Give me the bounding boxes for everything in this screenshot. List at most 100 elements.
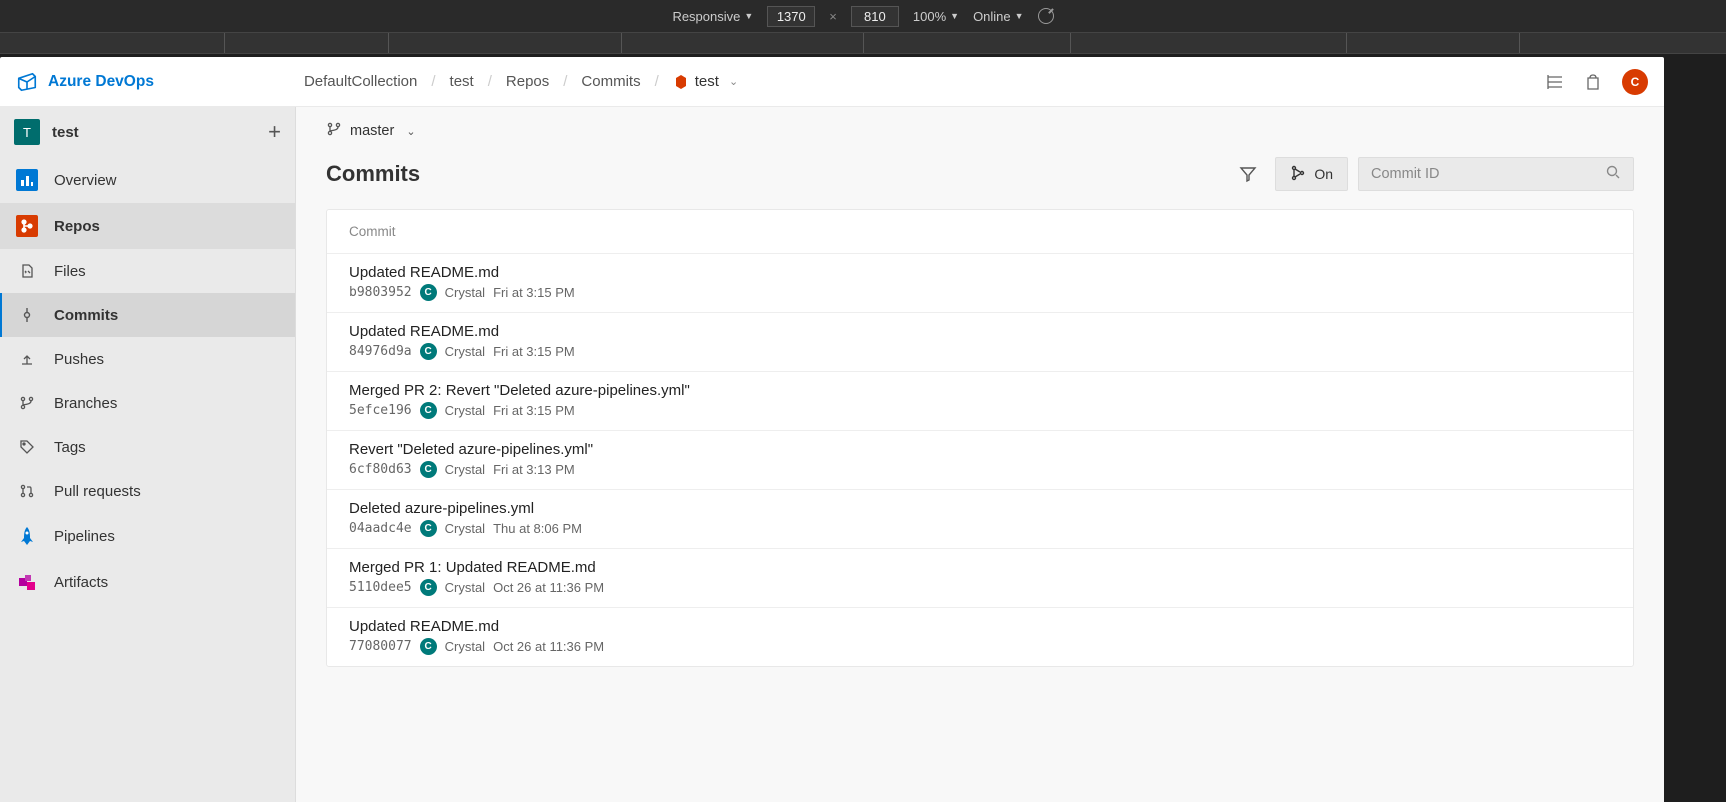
breadcrumb-separator: / [655, 73, 659, 90]
commit-list: Commit Updated README.mdb9803952CCrystal… [326, 209, 1634, 667]
dimension-separator: × [829, 9, 837, 24]
nav-repos[interactable]: Repos [0, 203, 295, 249]
commit-title: Merged PR 2: Revert "Deleted azure-pipel… [349, 382, 1611, 399]
list-header-commit: Commit [327, 210, 1633, 253]
subnav-branches[interactable]: Branches [0, 381, 295, 425]
commit-author: Crystal [445, 344, 485, 359]
breadcrumb-area[interactable]: Repos [506, 73, 549, 90]
commit-meta: 84976d9aCCrystalFri at 3:15 PM [349, 343, 1611, 360]
chevron-down-icon: ⌄ [406, 125, 415, 138]
zoom-label: 100% [913, 9, 946, 24]
breadcrumb-separator: / [488, 73, 492, 90]
commit-time: Fri at 3:15 PM [493, 403, 575, 418]
viewport-width-input[interactable]: 1370 [767, 6, 815, 27]
filter-button[interactable] [1231, 157, 1265, 191]
commit-row[interactable]: Deleted azure-pipelines.yml04aadc4eCCrys… [327, 489, 1633, 548]
subnav-label: Tags [54, 439, 86, 456]
branch-icon [16, 392, 38, 414]
commit-row[interactable]: Updated README.md77080077CCrystalOct 26 … [327, 607, 1633, 666]
commit-search[interactable] [1358, 157, 1634, 191]
subnav-pushes[interactable]: Pushes [0, 337, 295, 381]
commit-row[interactable]: Updated README.md84976d9aCCrystalFri at … [327, 312, 1633, 371]
throttling-label: Online [973, 9, 1011, 24]
author-avatar: C [420, 520, 437, 537]
author-avatar: C [420, 343, 437, 360]
breadcrumb-project[interactable]: test [450, 73, 474, 90]
device-mode-dropdown[interactable]: Responsive ▼ [672, 9, 753, 24]
subnav-label: Pushes [54, 351, 104, 368]
nav-pipelines[interactable]: Pipelines [0, 513, 295, 559]
breadcrumb: DefaultCollection / test / Repos / Commi… [304, 73, 738, 90]
commit-title: Updated README.md [349, 264, 1611, 281]
repo-icon [673, 74, 689, 90]
repo-name: test [695, 73, 719, 90]
commit-hash: 5110dee5 [349, 580, 412, 595]
commit-row[interactable]: Revert "Deleted azure-pipelines.yml" 6cf8… [327, 430, 1633, 489]
branch-picker[interactable]: master ⌄ [296, 107, 1664, 147]
commit-hash: 77080077 [349, 639, 412, 654]
branch-icon [326, 121, 342, 141]
subnav-commits[interactable]: Commits [0, 293, 295, 337]
commit-meta: b9803952CCrystalFri at 3:15 PM [349, 284, 1611, 301]
viewport-height-input[interactable]: 810 [851, 6, 899, 27]
commit-search-input[interactable] [1371, 166, 1605, 182]
chevron-down-icon: ⌄ [729, 75, 738, 88]
list-view-icon[interactable] [1546, 73, 1564, 91]
zoom-dropdown[interactable]: 100% ▼ [913, 9, 959, 24]
subnav-label: Pull requests [54, 483, 141, 500]
commit-time: Fri at 3:13 PM [493, 462, 575, 477]
repo-picker[interactable]: test ⌄ [673, 73, 738, 90]
new-item-button[interactable]: + [268, 119, 281, 145]
subnav-label: Branches [54, 395, 117, 412]
devtools-ruler [0, 32, 1726, 54]
breadcrumb-collection[interactable]: DefaultCollection [304, 73, 417, 90]
repos-icon [16, 215, 38, 237]
shopping-bag-icon[interactable] [1584, 73, 1602, 91]
commit-title: Revert "Deleted azure-pipelines.yml" [349, 441, 1611, 458]
rotate-icon[interactable] [1034, 5, 1057, 28]
commit-row[interactable]: Merged PR 1: Updated README.md5110dee5CC… [327, 548, 1633, 607]
project-name: test [52, 124, 256, 141]
commit-row[interactable]: Merged PR 2: Revert "Deleted azure-pipel… [327, 371, 1633, 430]
commit-author: Crystal [445, 403, 485, 418]
header: Azure DevOps DefaultCollection / test / … [0, 57, 1664, 107]
sidebar: T test + Overview Repos [0, 107, 296, 802]
commit-time: Thu at 8:06 PM [493, 521, 582, 536]
commit-hash: 5efce196 [349, 403, 412, 418]
graph-toggle[interactable]: On [1275, 157, 1348, 191]
throttling-dropdown[interactable]: Online ▼ [973, 9, 1024, 24]
nav-label: Artifacts [54, 574, 108, 591]
nav-artifacts[interactable]: Artifacts [0, 559, 295, 605]
breadcrumb-page[interactable]: Commits [581, 73, 640, 90]
commit-title: Deleted azure-pipelines.yml [349, 500, 1611, 517]
breadcrumb-separator: / [431, 73, 435, 90]
commit-row[interactable]: Updated README.md b9803952CCrystalFri at … [327, 253, 1633, 312]
subnav-label: Files [54, 263, 86, 280]
devtools-toolbar: Responsive ▼ 1370 × 810 100% ▼ Online ▼ [0, 0, 1726, 32]
commit-author: Crystal [445, 521, 485, 536]
commit-meta: 5110dee5CCrystalOct 26 at 11:36 PM [349, 579, 1611, 596]
commit-time: Fri at 3:15 PM [493, 344, 575, 359]
device-mode-label: Responsive [672, 9, 740, 24]
overview-icon [16, 169, 38, 191]
brand-text: Azure DevOps [48, 73, 154, 91]
subnav-pullrequests[interactable]: Pull requests [0, 469, 295, 513]
project-header[interactable]: T test + [0, 107, 295, 157]
user-avatar[interactable]: C [1622, 69, 1648, 95]
breadcrumb-separator: / [563, 73, 567, 90]
subnav-tags[interactable]: Tags [0, 425, 295, 469]
author-avatar: C [420, 461, 437, 478]
commit-meta: 6cf80d63CCrystalFri at 3:13 PM [349, 461, 1611, 478]
pullrequest-icon [16, 480, 38, 502]
graph-icon [1290, 165, 1306, 184]
project-tile-icon: T [14, 119, 40, 145]
commit-author: Crystal [445, 285, 485, 300]
main-content: master ⌄ Commits On [296, 107, 1664, 802]
commit-hash: b9803952 [349, 285, 412, 300]
brand-link[interactable]: Azure DevOps [16, 71, 154, 93]
nav-overview[interactable]: Overview [0, 157, 295, 203]
author-avatar: C [420, 638, 437, 655]
subnav-files[interactable]: Files [0, 249, 295, 293]
caret-down-icon: ▼ [1015, 11, 1024, 21]
commit-time: Oct 26 at 11:36 PM [493, 639, 604, 654]
